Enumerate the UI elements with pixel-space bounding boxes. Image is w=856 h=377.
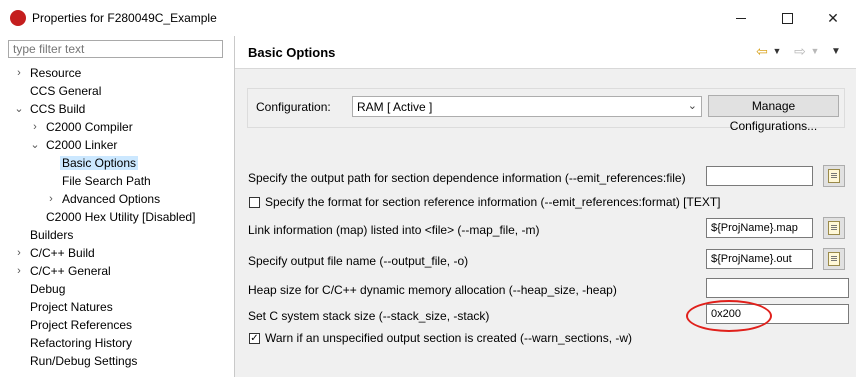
configuration-value: RAM [ Active ] [357, 100, 433, 114]
tree-item-c2000-compiler[interactable]: › C2000 Compiler [30, 118, 135, 136]
warn-sections-checkbox[interactable]: ✓ [249, 333, 260, 344]
tree-item-debug[interactable]: Debug [14, 280, 67, 298]
heap-size-input[interactable] [706, 278, 849, 298]
tree-item-refactoring-history[interactable]: Refactoring History [14, 334, 134, 352]
tree-item-ccs-general[interactable]: CCS General [14, 82, 103, 100]
back-history-dropdown-icon[interactable]: ▼ [771, 43, 783, 59]
tree-item-file-search-path[interactable]: File Search Path [46, 172, 153, 190]
variables-icon [828, 252, 840, 266]
maximize-button[interactable] [764, 0, 810, 36]
stack-size-label: Set C system stack size (--stack_size, -… [248, 309, 490, 323]
map-file-label: Link information (map) listed into <file… [248, 223, 540, 237]
expand-icon[interactable]: › [14, 262, 24, 280]
tree-item-project-references[interactable]: Project References [14, 316, 134, 334]
map-file-input[interactable]: ${ProjName}.map [706, 218, 813, 238]
tree-item-label: C2000 Compiler [46, 120, 133, 134]
expand-icon[interactable]: › [14, 64, 24, 82]
expand-icon[interactable]: › [46, 190, 56, 208]
tree-item-label: CCS General [30, 84, 102, 98]
configuration-group: Configuration: RAM [ Active ] ⌄ Manage C… [247, 88, 845, 133]
map-file-browse-button[interactable] [823, 217, 845, 239]
expand-icon[interactable]: › [30, 118, 40, 136]
tree-item-label: C2000 Linker [46, 138, 118, 152]
close-icon: ✕ [827, 9, 839, 26]
page-title: Basic Options [248, 45, 336, 60]
navigation-panel: › Resource CCS General ⌄ CCS Build › C20… [0, 36, 235, 377]
tree-item-label: C/C++ General [30, 264, 111, 278]
tree-item-project-natures[interactable]: Project Natures [14, 298, 115, 316]
tree-item-label: Basic Options [60, 156, 139, 170]
filter-input[interactable] [8, 40, 223, 58]
heap-size-label: Heap size for C/C++ dynamic memory alloc… [248, 283, 617, 297]
minimize-button[interactable] [718, 0, 764, 36]
tree-item-label: Resource [30, 66, 82, 80]
tree-item-label: Refactoring History [30, 336, 133, 350]
emit-references-format-label: Specify the format for section reference… [265, 195, 721, 209]
forward-arrow-icon[interactable]: ⇨ [791, 43, 809, 59]
tree-item-label: Run/Debug Settings [30, 354, 138, 368]
chevron-down-icon: ⌄ [687, 100, 697, 112]
tree-item-label: Project Natures [30, 300, 113, 314]
app-icon [10, 10, 26, 26]
emit-references-format-checkbox[interactable] [249, 197, 260, 208]
tree-item-label: Debug [30, 282, 66, 296]
configuration-label: Configuration: [256, 100, 331, 114]
warn-sections-label: Warn if an unspecified output section is… [265, 331, 633, 345]
collapse-icon[interactable]: ⌄ [30, 136, 40, 154]
tree-item-cpp-general[interactable]: › C/C++ General [14, 262, 113, 280]
expand-icon[interactable]: › [14, 244, 24, 262]
back-arrow-icon[interactable]: ⇦ [753, 43, 771, 59]
output-file-label: Specify output file name (--output_file,… [248, 254, 469, 268]
close-button[interactable]: ✕ [810, 0, 856, 36]
tree-item-ccs-build[interactable]: ⌄ CCS Build [14, 100, 87, 118]
annotation-circle [686, 300, 772, 332]
tree-item-label: CCS Build [30, 102, 86, 116]
output-file-input[interactable]: ${ProjName}.out [706, 249, 813, 269]
tree-item-resource[interactable]: › Resource [14, 64, 83, 82]
tree-item-label: C2000 Hex Utility [Disabled] [46, 210, 196, 224]
emit-references-file-label: Specify the output path for section depe… [248, 171, 686, 185]
tree-item-label: C/C++ Build [30, 246, 95, 260]
tree-item-c2000-hex-utility[interactable]: C2000 Hex Utility [Disabled] [30, 208, 197, 226]
minimize-icon [736, 17, 746, 19]
view-menu-icon[interactable]: ▼ [829, 43, 843, 59]
configuration-select[interactable]: RAM [ Active ] ⌄ [352, 96, 702, 117]
variables-icon [828, 169, 840, 183]
output-file-browse-button[interactable] [823, 248, 845, 270]
tree-item-label: Builders [30, 228, 74, 242]
tree-item-c2000-linker[interactable]: ⌄ C2000 Linker [30, 136, 119, 154]
tree-item-advanced-options[interactable]: › Advanced Options [46, 190, 162, 208]
emit-references-file-browse-button[interactable] [823, 165, 845, 187]
window-title: Properties for F280049C_Example [32, 11, 217, 25]
tree-item-basic-options[interactable]: Basic Options [46, 154, 139, 172]
forward-history-dropdown-icon[interactable]: ▼ [809, 43, 821, 59]
collapse-icon[interactable]: ⌄ [14, 100, 24, 118]
tree-item-builders[interactable]: Builders [14, 226, 75, 244]
variables-icon [828, 221, 840, 235]
tree-item-label: File Search Path [62, 174, 151, 188]
manage-configurations-button[interactable]: Manage Configurations... [708, 95, 839, 133]
tree-item-label: Advanced Options [62, 192, 161, 206]
page-header: Basic Options ⇦ ▼ ⇨ ▼ ▼ [235, 36, 856, 69]
tree-item-run-debug-settings[interactable]: Run/Debug Settings [14, 352, 139, 370]
title-bar: Properties for F280049C_Example ✕ [0, 0, 856, 36]
tree-item-label: Project References [30, 318, 133, 332]
tree-item-cpp-build[interactable]: › C/C++ Build [14, 244, 97, 262]
maximize-icon [781, 12, 793, 24]
emit-references-file-input[interactable] [706, 166, 813, 186]
